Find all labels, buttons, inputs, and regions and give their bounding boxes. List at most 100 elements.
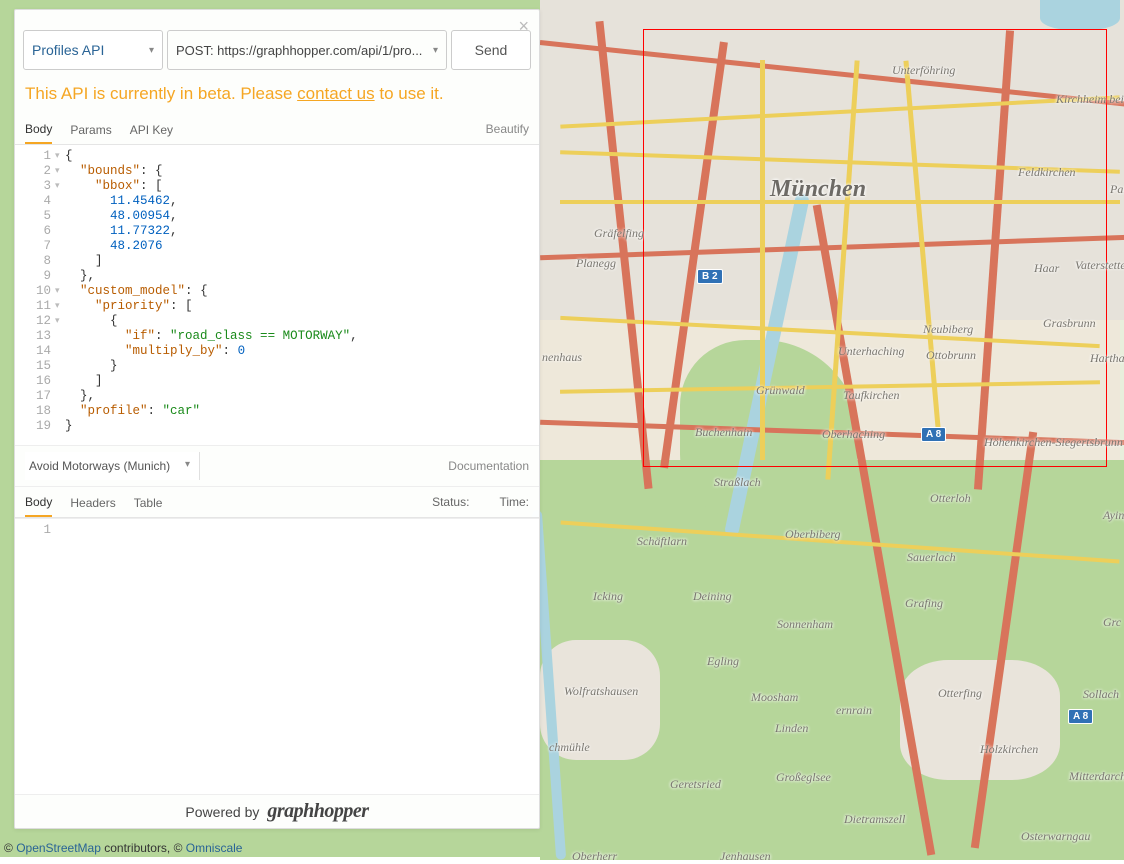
tab-apikey[interactable]: API Key <box>130 115 173 143</box>
town-label: Deining <box>693 589 732 604</box>
town-label: Ottobrunn <box>926 348 976 363</box>
tab-response-headers[interactable]: Headers <box>70 488 115 516</box>
close-icon[interactable]: × <box>518 16 529 37</box>
line-number: 10 <box>15 284 51 299</box>
fold-toggle <box>55 254 65 269</box>
town-label: Holzkirchen <box>980 742 1038 757</box>
tab-body[interactable]: Body <box>25 114 52 144</box>
line-number: 16 <box>15 374 51 389</box>
line-number: 1 <box>15 149 51 164</box>
town-label: Grasbrunn <box>1043 316 1096 331</box>
code-line[interactable]: }, <box>65 389 533 404</box>
preset-select[interactable]: Avoid Motorways (Munich) <box>25 452 200 480</box>
town-label: Großeglsee <box>776 770 831 785</box>
powered-by-label: Powered by <box>185 804 259 820</box>
town-label: Vaterstette <box>1075 258 1124 273</box>
fold-toggle <box>55 194 65 209</box>
fold-toggle[interactable]: ▾ <box>55 314 65 329</box>
town-label: Grafing <box>905 596 943 611</box>
tab-response-body[interactable]: Body <box>25 487 52 517</box>
highway-badge: A 8 <box>921 427 946 442</box>
fold-toggle <box>55 239 65 254</box>
request-url-text: POST: https://graphhopper.com/api/1/pro.… <box>176 43 422 58</box>
api-selector[interactable]: Profiles API ▾ <box>23 30 163 70</box>
town-label: Egling <box>707 654 739 669</box>
code-line[interactable]: { <box>65 149 533 164</box>
request-url-box[interactable]: POST: https://graphhopper.com/api/1/pro.… <box>167 30 447 70</box>
contact-us-link[interactable]: contact us <box>297 84 375 103</box>
fold-toggle[interactable]: ▾ <box>55 164 65 179</box>
code-line[interactable]: "bounds": { <box>65 164 533 179</box>
town-label: Planegg <box>576 256 616 271</box>
code-line[interactable]: ] <box>65 254 533 269</box>
town-label: Osterwarngau <box>1021 829 1090 844</box>
fold-toggle <box>55 329 65 344</box>
tab-response-table[interactable]: Table <box>134 488 163 516</box>
osm-link[interactable]: OpenStreetMap <box>16 841 101 855</box>
town-label: Sollach <box>1083 687 1119 702</box>
line-number: 9 <box>15 269 51 284</box>
line-number: 4 <box>15 194 51 209</box>
code-line[interactable]: { <box>65 314 533 329</box>
line-number: 5 <box>15 209 51 224</box>
town-label: Haar <box>1034 261 1059 276</box>
fold-toggle <box>55 419 65 434</box>
code-line[interactable]: }, <box>65 269 533 284</box>
town-label: Geretsried <box>670 777 721 792</box>
fold-toggle[interactable]: ▾ <box>55 284 65 299</box>
town-label: Pars- <box>1110 182 1124 197</box>
town-label: Dietramszell <box>844 812 905 827</box>
town-label: chmühle <box>549 740 590 755</box>
code-line[interactable]: "bbox": [ <box>65 179 533 194</box>
town-label: Grünwald <box>756 383 805 398</box>
fold-toggle <box>55 404 65 419</box>
town-label: Unterhaching <box>838 344 904 359</box>
fold-toggle[interactable]: ▾ <box>55 179 65 194</box>
town-label: Wolfratshausen <box>564 684 638 699</box>
town-label: Moosham <box>751 690 798 705</box>
code-line[interactable]: ] <box>65 374 533 389</box>
code-line[interactable]: 11.45462, <box>65 194 533 209</box>
request-editor[interactable]: 12345678910111213141516171819 ▾▾▾▾▾▾ { "… <box>15 145 539 445</box>
city-label-munich: München <box>770 176 866 203</box>
town-label: Grc <box>1103 615 1121 630</box>
town-label: Mitterdarch <box>1069 769 1124 784</box>
town-label: Oberhaching <box>822 427 885 442</box>
response-editor[interactable]: 1 <box>15 518 539 794</box>
town-label: Unterföhring <box>892 63 955 78</box>
town-label: Neubiberg <box>923 322 973 337</box>
highway-badge: B 2 <box>697 269 723 284</box>
code-line[interactable]: 11.77322, <box>65 224 533 239</box>
fold-toggle <box>55 359 65 374</box>
beta-prefix: This API is currently in beta. Please <box>25 84 297 103</box>
fold-toggle <box>55 224 65 239</box>
line-number: 17 <box>15 389 51 404</box>
code-line[interactable]: 48.2076 <box>65 239 533 254</box>
code-line[interactable]: "if": "road_class == MOTORWAY", <box>65 329 533 344</box>
fold-toggle[interactable]: ▾ <box>55 299 65 314</box>
beta-notice: This API is currently in beta. Please co… <box>15 80 539 114</box>
town-label: nenhaus <box>542 350 582 365</box>
beautify-button[interactable]: Beautify <box>486 122 529 136</box>
fold-toggle[interactable]: ▾ <box>55 149 65 164</box>
omniscale-link[interactable]: Omniscale <box>186 841 243 855</box>
line-number: 6 <box>15 224 51 239</box>
town-label: Icking <box>593 589 623 604</box>
request-tabs: Body Params API Key Beautify <box>15 114 539 145</box>
code-line[interactable]: "priority": [ <box>65 299 533 314</box>
documentation-link[interactable]: Documentation <box>448 459 529 473</box>
preset-row: Avoid Motorways (Munich) ▾ Documentation <box>15 445 539 487</box>
code-line[interactable]: 48.00954, <box>65 209 533 224</box>
line-number: 14 <box>15 344 51 359</box>
tab-params[interactable]: Params <box>70 115 111 143</box>
line-number: 18 <box>15 404 51 419</box>
town-label: Gräfelfing <box>594 226 644 241</box>
attr-mid: contributors, © <box>101 841 186 855</box>
code-line[interactable]: } <box>65 419 533 434</box>
code-line[interactable]: "profile": "car" <box>65 404 533 419</box>
code-line[interactable]: "custom_model": { <box>65 284 533 299</box>
code-line[interactable]: "multiply_by": 0 <box>65 344 533 359</box>
time-label: Time: <box>499 495 529 509</box>
code-line[interactable]: } <box>65 359 533 374</box>
panel-footer: Powered by graphhopper <box>15 794 539 828</box>
